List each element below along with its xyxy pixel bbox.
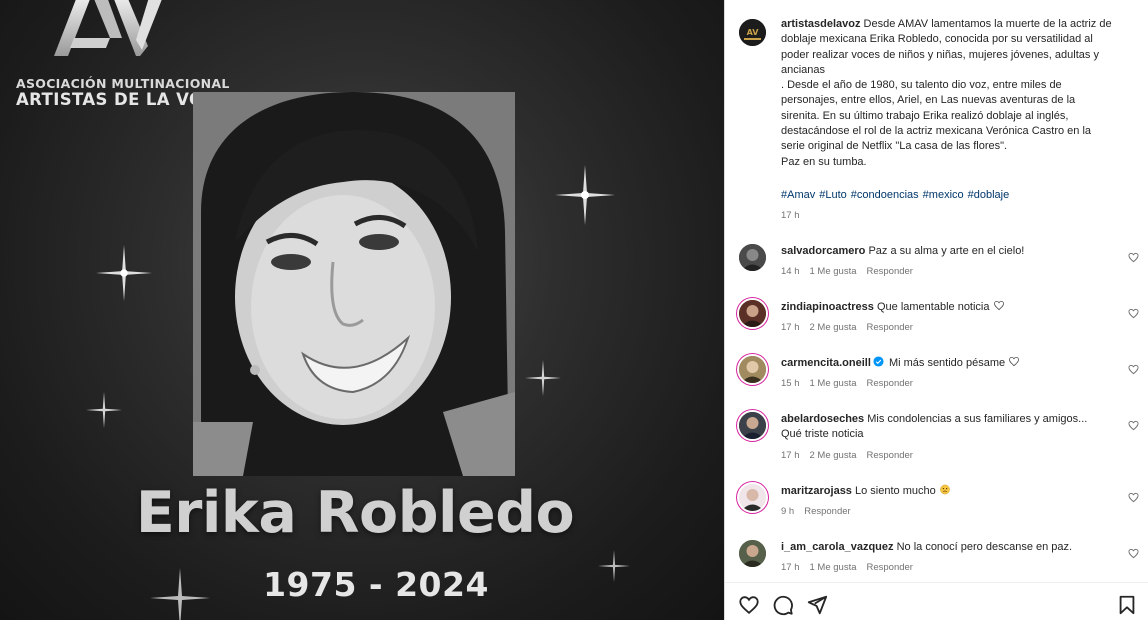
comment-text: Mi más sentido pésame: [888, 357, 1006, 369]
life-years: 1975 - 2024: [263, 565, 489, 604]
avatar[interactable]: [739, 540, 766, 567]
svg-text:AV: AV: [747, 28, 760, 37]
comment-text: No la conocí pero descanse en paz.: [896, 541, 1073, 553]
comments-scroll-area[interactable]: AV artistasdelavoz Desde AMAV lamentamos…: [725, 0, 1148, 582]
sparkle-icon: [555, 165, 615, 225]
hashtag-list: #Amav #Luto #condoencias #mexico #doblaje: [781, 189, 1013, 201]
like-comment-heart-icon[interactable]: [1128, 548, 1139, 559]
comment-meta: 17 h 2 Me gusta Responder: [781, 450, 923, 461]
comment-likes[interactable]: 2 Me gusta: [810, 322, 857, 333]
comment-username[interactable]: salvadorcamero: [781, 245, 865, 257]
like-comment-heart-icon[interactable]: [1128, 492, 1139, 503]
sparkle-icon: [96, 245, 152, 301]
hashtag-link[interactable]: #Amav: [781, 189, 815, 201]
comment-username[interactable]: zindiapinoactress: [781, 301, 874, 313]
comment-username[interactable]: carmencita.oneill: [781, 357, 871, 369]
sad-face-emoji-icon: [939, 484, 950, 495]
hashtag-link[interactable]: #Luto: [819, 189, 847, 201]
hashtag-link[interactable]: #mexico: [923, 189, 964, 201]
org-name-line2: ARTISTAS DE LA VOZ: [16, 90, 216, 109]
comment-likes[interactable]: 2 Me gusta: [810, 450, 857, 461]
comment-meta: 15 h 1 Me gusta Responder: [781, 378, 923, 389]
like-comment-heart-icon[interactable]: [1128, 308, 1139, 319]
avatar[interactable]: [739, 412, 766, 439]
avatar[interactable]: [739, 356, 766, 383]
white-heart-emoji-icon: [993, 300, 1004, 311]
like-comment-heart-icon[interactable]: [1128, 252, 1139, 263]
comment-username[interactable]: abelardoseches: [781, 413, 864, 425]
share-icon[interactable]: [806, 594, 828, 616]
heart-icon[interactable]: [738, 594, 760, 616]
comment-time[interactable]: 15 h: [781, 378, 800, 389]
comment-meta: 17 h 2 Me gusta Responder: [781, 322, 923, 333]
caption-username[interactable]: artistasdelavoz: [781, 18, 860, 30]
comment-time[interactable]: 17 h: [781, 562, 800, 573]
comments-panel: AV artistasdelavoz Desde AMAV lamentamos…: [725, 0, 1148, 621]
reply-button[interactable]: Responder: [867, 450, 913, 461]
comment-meta: 9 h Responder: [781, 506, 861, 517]
sparkle-icon: [525, 360, 561, 396]
comment-icon[interactable]: [772, 594, 794, 616]
reply-button[interactable]: Responder: [867, 378, 913, 389]
comment-likes[interactable]: 1 Me gusta: [810, 266, 857, 277]
comment-meta: 14 h 1 Me gusta Responder: [781, 266, 923, 277]
avatar[interactable]: [739, 244, 766, 271]
hashtag-link[interactable]: #doblaje: [968, 189, 1010, 201]
like-comment-heart-icon[interactable]: [1128, 364, 1139, 375]
bookmark-icon[interactable]: [1116, 594, 1138, 616]
reply-button[interactable]: Responder: [804, 506, 850, 517]
verified-badge-icon: [873, 356, 884, 367]
white-heart-emoji-icon: [1009, 356, 1020, 367]
sparkle-icon: [86, 392, 122, 428]
comment-likes[interactable]: 1 Me gusta: [810, 378, 857, 389]
comment-username[interactable]: maritzarojass: [781, 485, 852, 497]
caption-text: Paz en su tumba.: [781, 155, 867, 168]
comment-time[interactable]: 17 h: [781, 322, 800, 333]
avatar[interactable]: [739, 484, 766, 511]
comment-text: Que lamentable noticia: [876, 301, 990, 313]
reply-button[interactable]: Responder: [867, 562, 913, 573]
post-image[interactable]: ASOCIACIÓN MULTINACIONAL ARTISTAS DE LA …: [0, 0, 724, 620]
comment-text: Lo siento mucho: [855, 485, 936, 497]
caption-timestamp[interactable]: 17 h: [781, 210, 800, 221]
avatar[interactable]: [739, 300, 766, 327]
deceased-name: Erika Robledo: [135, 480, 575, 546]
comment-meta: 17 h 1 Me gusta Responder: [781, 562, 923, 573]
avatar[interactable]: AV: [739, 19, 766, 46]
reply-button[interactable]: Responder: [867, 322, 913, 333]
post-action-bar: [725, 582, 1148, 621]
comment-likes[interactable]: 1 Me gusta: [810, 562, 857, 573]
portrait-photo: [193, 92, 515, 476]
comment-time[interactable]: 14 h: [781, 266, 800, 277]
amav-logo: [54, 0, 162, 56]
comment-text: Paz a su alma y arte en el cielo!: [868, 245, 1025, 257]
comment-time[interactable]: 9 h: [781, 506, 794, 517]
post-caption: artistasdelavoz Desde AMAV lamentamos la…: [781, 17, 1116, 170]
hashtag-link[interactable]: #condoencias: [851, 189, 919, 201]
reply-button[interactable]: Responder: [867, 266, 913, 277]
caption-text: . Desde el año de 1980, su talento dio v…: [781, 79, 1092, 153]
comment-username[interactable]: i_am_carola_vazquez: [781, 541, 894, 553]
org-name-line1: ASOCIACIÓN MULTINACIONAL: [16, 76, 230, 91]
like-comment-heart-icon[interactable]: [1128, 420, 1139, 431]
comment-time[interactable]: 17 h: [781, 450, 800, 461]
